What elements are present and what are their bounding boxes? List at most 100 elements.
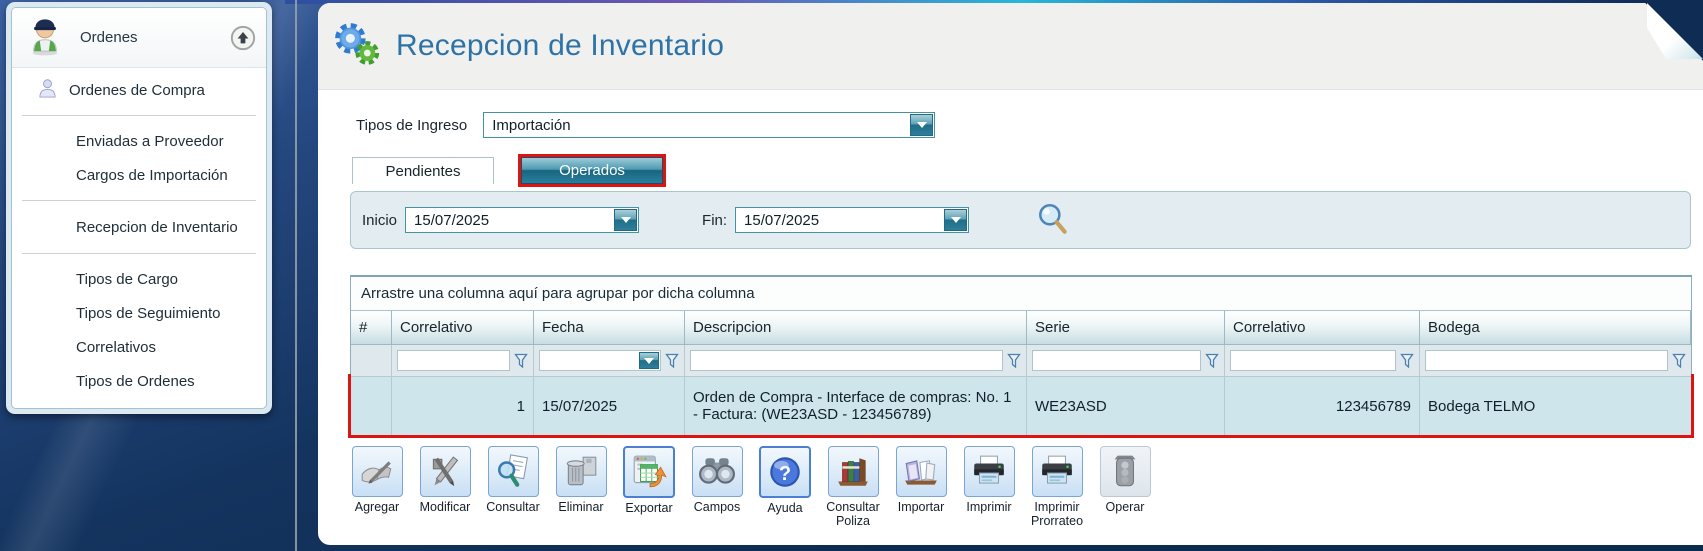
page-title: Recepcion de Inventario	[396, 29, 725, 62]
filter-funnel-icon[interactable]	[514, 353, 528, 369]
sidebar: Ordenes Ordenes de Compra Enviadas a Pro…	[11, 7, 267, 409]
column-header-fecha[interactable]: Fecha	[534, 311, 685, 345]
modificar-button[interactable]: Modificar	[414, 446, 476, 529]
sidebar-divider	[22, 200, 256, 201]
row-cell-num	[351, 377, 392, 435]
books-shelf-icon	[827, 446, 879, 497]
ayuda-button[interactable]: ? Ayuda	[754, 446, 816, 529]
sidebar-item-tipos-de-ordenes[interactable]: Tipos de Ordenes	[12, 364, 266, 398]
sidebar-item-cargos-de-importacion[interactable]: Cargos de Importación	[12, 158, 266, 192]
inicio-label: Inicio	[362, 211, 398, 229]
traffic-light-icon	[1099, 446, 1151, 497]
fin-label: Fin:	[702, 211, 728, 229]
filter-cell-bodega	[1420, 345, 1691, 377]
sidebar-divider	[22, 253, 256, 254]
filter-cell-num	[351, 345, 392, 377]
tab-bar: Pendientes Operados	[352, 156, 1703, 184]
row-cell-correlativo: 1	[392, 377, 534, 435]
campos-button[interactable]: Campos	[686, 446, 748, 529]
dropdown-arrow-icon[interactable]	[614, 209, 638, 231]
fin-date-value: 15/07/2025	[744, 211, 820, 229]
toolbar: Agregar Modificar Consultar Eliminar Exp…	[346, 446, 1703, 529]
search-icon	[1039, 203, 1067, 234]
importar-button[interactable]: Importar	[890, 446, 952, 529]
consultar-button[interactable]: Consultar	[482, 446, 544, 529]
sidebar-container: Ordenes Ordenes de Compra Enviadas a Pro…	[6, 2, 272, 414]
sidebar-item-recepcion-de-inventario[interactable]: Recepcion de Inventario	[12, 204, 266, 250]
export-spreadsheet-icon	[623, 446, 675, 498]
consultar-poliza-button[interactable]: Consultar Poliza	[822, 446, 884, 529]
tab-operados[interactable]: Operados	[521, 157, 663, 184]
column-header-serie[interactable]: Serie	[1027, 311, 1225, 345]
row-cell-descripcion: Orden de Compra - Interface de compras: …	[685, 377, 1027, 435]
binoculars-icon	[691, 446, 743, 497]
filter-input-descripcion[interactable]	[690, 350, 1003, 371]
date-filter-panel: Inicio 15/07/2025 Fin: 15/07/2025	[350, 191, 1691, 249]
sidebar-item-tipos-de-seguimiento[interactable]: Tipos de Seguimiento	[12, 296, 266, 330]
user-avatar-icon	[26, 14, 64, 61]
exportar-button[interactable]: Exportar	[618, 446, 680, 529]
page-header: Recepcion de Inventario	[318, 3, 1703, 90]
collapse-sidebar-button[interactable]	[230, 25, 256, 51]
filter-input-bodega[interactable]	[1425, 350, 1668, 371]
grid-header-row: # Correlativo Fecha Descripcion Serie Co…	[351, 311, 1691, 345]
row-cell-correlativo-2: 123456789	[1225, 377, 1420, 435]
tipos-de-ingreso-select[interactable]: Importación	[483, 112, 936, 138]
gears-icon	[330, 21, 382, 72]
table-row[interactable]: 1 15/07/2025 Orden de Compra - Interface…	[351, 377, 1691, 435]
grid-filter-row	[351, 345, 1691, 377]
filter-funnel-icon[interactable]	[665, 353, 679, 369]
filter-input-serie[interactable]	[1032, 350, 1201, 371]
dropdown-arrow-icon[interactable]	[944, 209, 968, 231]
main-panel: Recepcion de Inventario Tipos de Ingreso…	[318, 3, 1703, 545]
tipos-de-ingreso-value: Importación	[492, 116, 571, 134]
filter-input-correlativo-2[interactable]	[1230, 350, 1396, 371]
filter-input-correlativo[interactable]	[397, 350, 510, 371]
person-small-icon	[38, 78, 57, 103]
dropdown-arrow-icon[interactable]	[910, 114, 934, 136]
filter-cell-descripcion	[685, 345, 1027, 377]
sidebar-item-tipos-de-cargo[interactable]: Tipos de Cargo	[12, 262, 266, 296]
background-divider-line	[295, 0, 297, 551]
group-by-bar[interactable]: Arrastre una columna aquí para agrupar p…	[351, 277, 1691, 311]
sidebar-header: Ordenes	[12, 8, 266, 68]
tipos-de-ingreso-row: Tipos de Ingreso Importación	[356, 112, 1703, 138]
eliminar-button[interactable]: Eliminar	[550, 446, 612, 529]
sidebar-item-enviadas-a-proveedor[interactable]: Enviadas a Proveedor	[12, 124, 266, 158]
printer-icon	[963, 446, 1015, 497]
imprimir-button[interactable]: Imprimir	[958, 446, 1020, 529]
agregar-button[interactable]: Agregar	[346, 446, 408, 529]
pencils-icon	[419, 446, 471, 497]
column-header-bodega[interactable]: Bodega	[1420, 311, 1691, 345]
column-header-descripcion[interactable]: Descripcion	[685, 311, 1027, 345]
tab-pendientes[interactable]: Pendientes	[352, 157, 494, 184]
row-cell-fecha: 15/07/2025	[534, 377, 685, 435]
imprimir-prorrateo-button[interactable]: Imprimir Prorrateo	[1026, 446, 1088, 529]
inicio-date-select[interactable]: 15/07/2025	[405, 207, 640, 233]
row-cell-bodega: Bodega TELMO	[1420, 377, 1691, 435]
fin-date-select[interactable]: 15/07/2025	[735, 207, 970, 233]
filter-date-select[interactable]	[539, 350, 661, 371]
filter-funnel-icon[interactable]	[1205, 353, 1219, 369]
sidebar-item-correlativos[interactable]: Correlativos	[12, 330, 266, 364]
import-folder-icon	[895, 446, 947, 497]
filter-funnel-icon[interactable]	[1400, 353, 1414, 369]
sidebar-title: Ordenes	[80, 29, 138, 46]
filter-cell-correlativo	[392, 345, 534, 377]
sidebar-item-ordenes-de-compra[interactable]: Ordenes de Compra	[12, 68, 266, 112]
magnifier-document-icon	[487, 446, 539, 497]
filter-cell-fecha	[534, 345, 685, 377]
filter-funnel-icon[interactable]	[1672, 353, 1686, 369]
search-button[interactable]	[1035, 201, 1071, 240]
column-header-num[interactable]: #	[351, 311, 392, 345]
operar-button[interactable]: Operar	[1094, 446, 1156, 529]
filter-funnel-icon[interactable]	[1007, 353, 1021, 369]
page-content: Tipos de Ingreso Importación Pendientes …	[318, 90, 1703, 529]
column-header-correlativo[interactable]: Correlativo	[392, 311, 534, 345]
add-notebook-icon	[351, 446, 403, 497]
column-header-correlativo-2[interactable]: Correlativo	[1225, 311, 1420, 345]
dropdown-arrow-icon[interactable]	[639, 352, 659, 369]
help-question-icon: ?	[759, 446, 811, 498]
row-cell-serie: WE23ASD	[1027, 377, 1225, 435]
trash-icon	[555, 446, 607, 497]
